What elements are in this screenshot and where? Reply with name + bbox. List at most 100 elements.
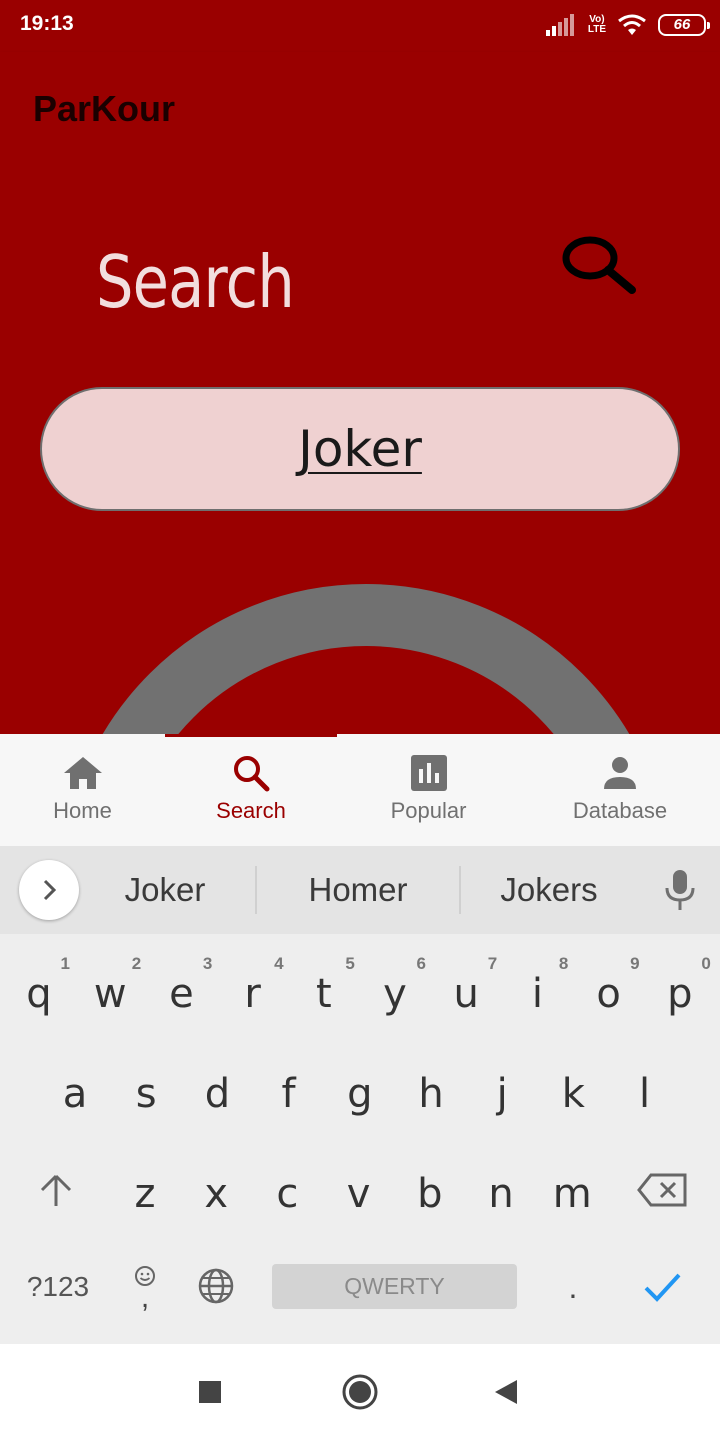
period-label: . bbox=[568, 1268, 578, 1305]
circle-icon bbox=[342, 1374, 378, 1410]
key-number-hint: 6 bbox=[416, 954, 426, 973]
key-letter: w bbox=[93, 971, 127, 1017]
key[interactable]: m bbox=[537, 1146, 607, 1242]
key[interactable]: o9 bbox=[574, 946, 644, 1042]
shift-key[interactable] bbox=[30, 1164, 82, 1216]
bar-chart-icon bbox=[410, 754, 447, 792]
suggestion-divider bbox=[255, 866, 257, 914]
key[interactable]: e3 bbox=[146, 946, 216, 1042]
key-letter: k bbox=[561, 1071, 585, 1117]
symbols-key-label: ?123 bbox=[26, 1271, 90, 1302]
battery-icon: 66 bbox=[658, 14, 710, 36]
key-number-hint: 9 bbox=[630, 954, 640, 973]
key-letter: x bbox=[204, 1171, 229, 1217]
tab-home-label: Home bbox=[53, 798, 112, 823]
search-submit-button[interactable] bbox=[560, 232, 642, 302]
suggestion-item[interactable]: Homer bbox=[258, 866, 458, 914]
key[interactable]: h bbox=[396, 1046, 466, 1142]
system-navigation-bar bbox=[0, 1344, 720, 1440]
key[interactable]: v bbox=[324, 1146, 394, 1242]
search-input[interactable]: Joker bbox=[40, 387, 680, 511]
bottom-navigation: Home Search Popular Database bbox=[0, 734, 720, 846]
key[interactable]: c bbox=[252, 1146, 322, 1242]
globe-icon bbox=[198, 1268, 234, 1304]
key[interactable]: f bbox=[254, 1046, 324, 1142]
key-letter: p bbox=[667, 971, 693, 1017]
key-number-hint: 4 bbox=[274, 954, 284, 973]
backspace-key[interactable] bbox=[634, 1164, 690, 1216]
key-letter: s bbox=[135, 1071, 157, 1117]
key[interactable]: s bbox=[111, 1046, 181, 1142]
key-letter: m bbox=[552, 1171, 592, 1217]
emoji-comma-key[interactable]: , bbox=[122, 1256, 168, 1318]
recents-button[interactable] bbox=[190, 1372, 230, 1412]
period-key[interactable]: . bbox=[550, 1264, 596, 1310]
key-letter: z bbox=[134, 1171, 156, 1217]
key[interactable]: x bbox=[181, 1146, 251, 1242]
tab-popular[interactable]: Popular bbox=[337, 734, 520, 846]
suggestion-expand-button[interactable] bbox=[19, 860, 79, 920]
language-key[interactable] bbox=[194, 1264, 238, 1308]
status-bar: 19:13 Vo) LTE 66 bbox=[0, 0, 720, 52]
key[interactable]: n bbox=[466, 1146, 536, 1242]
key-letter: b bbox=[417, 1171, 443, 1217]
key-letter: d bbox=[204, 1071, 231, 1117]
key-letter: r bbox=[244, 971, 261, 1017]
back-button[interactable] bbox=[486, 1372, 526, 1412]
voice-input-button[interactable] bbox=[658, 868, 702, 912]
search-icon bbox=[232, 754, 270, 792]
square-icon bbox=[199, 1381, 221, 1403]
tab-home[interactable]: Home bbox=[0, 734, 165, 846]
home-icon bbox=[62, 754, 104, 792]
key[interactable]: r4 bbox=[218, 946, 288, 1042]
tab-database[interactable]: Database bbox=[520, 734, 720, 846]
key[interactable]: z bbox=[110, 1146, 180, 1242]
key-number-hint: 7 bbox=[487, 954, 498, 973]
key[interactable]: b bbox=[395, 1146, 465, 1242]
battery-level: 66 bbox=[673, 16, 691, 33]
key[interactable]: g bbox=[325, 1046, 395, 1142]
key[interactable]: u7 bbox=[431, 946, 501, 1042]
space-key-label: QWERTY bbox=[344, 1273, 445, 1299]
suggestion-item[interactable]: Joker bbox=[80, 866, 250, 914]
key-letter: f bbox=[281, 1071, 296, 1117]
key[interactable]: p0 bbox=[645, 946, 715, 1042]
key-letter: n bbox=[488, 1171, 514, 1217]
wifi-icon bbox=[618, 14, 646, 35]
person-icon bbox=[602, 754, 638, 792]
tab-search-label: Search bbox=[216, 798, 286, 823]
key[interactable]: a bbox=[40, 1046, 110, 1142]
volte-bottom-text: LTE bbox=[587, 24, 606, 35]
key-letter: v bbox=[346, 1171, 371, 1217]
key[interactable]: j bbox=[467, 1046, 537, 1142]
signal-icon bbox=[545, 14, 574, 36]
key[interactable]: k bbox=[538, 1046, 608, 1142]
space-key[interactable]: QWERTY bbox=[272, 1264, 517, 1309]
key-letter: t bbox=[315, 971, 332, 1017]
suggestion-item[interactable]: Jokers bbox=[462, 866, 636, 914]
key[interactable]: y6 bbox=[360, 946, 430, 1042]
key-letter: e bbox=[169, 971, 194, 1017]
key-letter: q bbox=[26, 971, 52, 1017]
search-input-value[interactable]: Joker bbox=[298, 420, 422, 478]
key[interactable]: d bbox=[182, 1046, 252, 1142]
symbols-key[interactable]: ?123 bbox=[18, 1264, 98, 1310]
key[interactable]: l bbox=[610, 1046, 680, 1142]
key-letter: u bbox=[453, 971, 479, 1017]
enter-key[interactable] bbox=[638, 1264, 686, 1310]
home-button[interactable] bbox=[340, 1372, 380, 1412]
page-title: Search bbox=[96, 240, 295, 324]
suggestion-divider bbox=[459, 866, 461, 914]
tab-database-label: Database bbox=[572, 798, 668, 823]
loading-spinner bbox=[60, 584, 672, 734]
key[interactable]: t5 bbox=[289, 946, 359, 1042]
key[interactable]: w2 bbox=[75, 946, 145, 1042]
microphone-icon bbox=[665, 870, 695, 910]
key[interactable]: i8 bbox=[502, 946, 572, 1042]
shift-arrow-icon bbox=[40, 1174, 72, 1206]
key-letter: o bbox=[596, 971, 621, 1017]
key-letter: i bbox=[531, 971, 543, 1017]
suggestion-bar: Joker Homer Jokers bbox=[0, 846, 720, 934]
key[interactable]: q1 bbox=[4, 946, 74, 1042]
tab-search[interactable]: Search bbox=[165, 734, 337, 846]
